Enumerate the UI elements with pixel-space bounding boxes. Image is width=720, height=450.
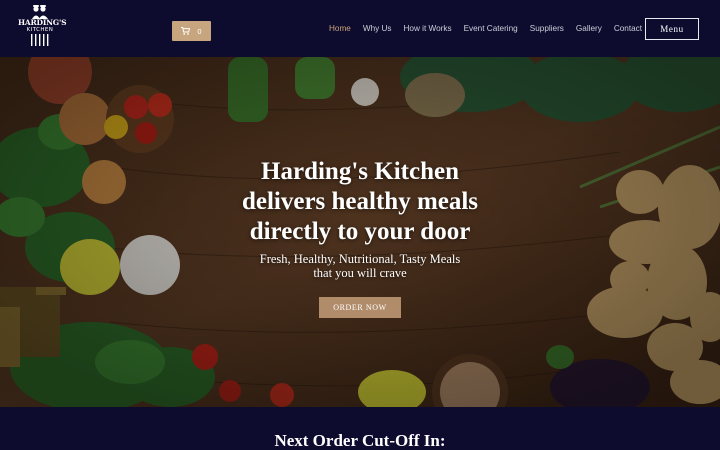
- order-now-button[interactable]: ORDER NOW: [319, 297, 401, 318]
- nav-contact[interactable]: Contact: [614, 22, 642, 36]
- nav-event-catering[interactable]: Event Catering: [464, 22, 518, 36]
- nav-how-it-works[interactable]: How it Works: [404, 22, 452, 36]
- utensils-icon: [31, 34, 49, 46]
- headline-line: directly to your door: [249, 218, 471, 245]
- nav-suppliers[interactable]: Suppliers: [530, 22, 564, 36]
- logo-text-line2: KITCHEN: [26, 27, 54, 33]
- site-header: HARDING'S KITCHEN 0 Home Why Us How it W…: [0, 0, 720, 57]
- countdown-section: Next Order Cut-Off In:: [0, 407, 720, 450]
- hero-banner: Harding's Kitchen delivers healthy meals…: [0, 57, 720, 407]
- cart-button[interactable]: 0: [172, 21, 211, 41]
- headline-line: Harding's Kitchen: [261, 158, 459, 185]
- subline-line: Fresh, Healthy, Nutritional, Tasty Meals: [259, 252, 461, 266]
- main-nav: Home Why Us How it Works Event Catering …: [329, 22, 654, 36]
- logo-text-line1: HARDING'S: [18, 18, 67, 27]
- cart-icon: [181, 27, 191, 35]
- menu-button[interactable]: Menu: [645, 18, 699, 40]
- nav-why-us[interactable]: Why Us: [363, 22, 392, 36]
- logo[interactable]: HARDING'S KITCHEN: [18, 5, 67, 53]
- headline-line: delivers healthy meals: [241, 188, 479, 215]
- hero-subline: Fresh, Healthy, Nutritional, Tasty Meals…: [0, 252, 720, 280]
- nav-gallery[interactable]: Gallery: [576, 22, 602, 36]
- hero-text: Harding's Kitchen delivers healthy meals…: [0, 157, 720, 280]
- nav-home[interactable]: Home: [329, 22, 351, 36]
- cart-count: 0: [197, 26, 202, 36]
- section-heading: Next Order Cut-Off In:: [274, 431, 446, 450]
- subline-line: that you will crave: [313, 266, 407, 280]
- chefs-icon: [32, 5, 48, 19]
- hero-headline: Harding's Kitchen delivers healthy meals…: [0, 157, 720, 247]
